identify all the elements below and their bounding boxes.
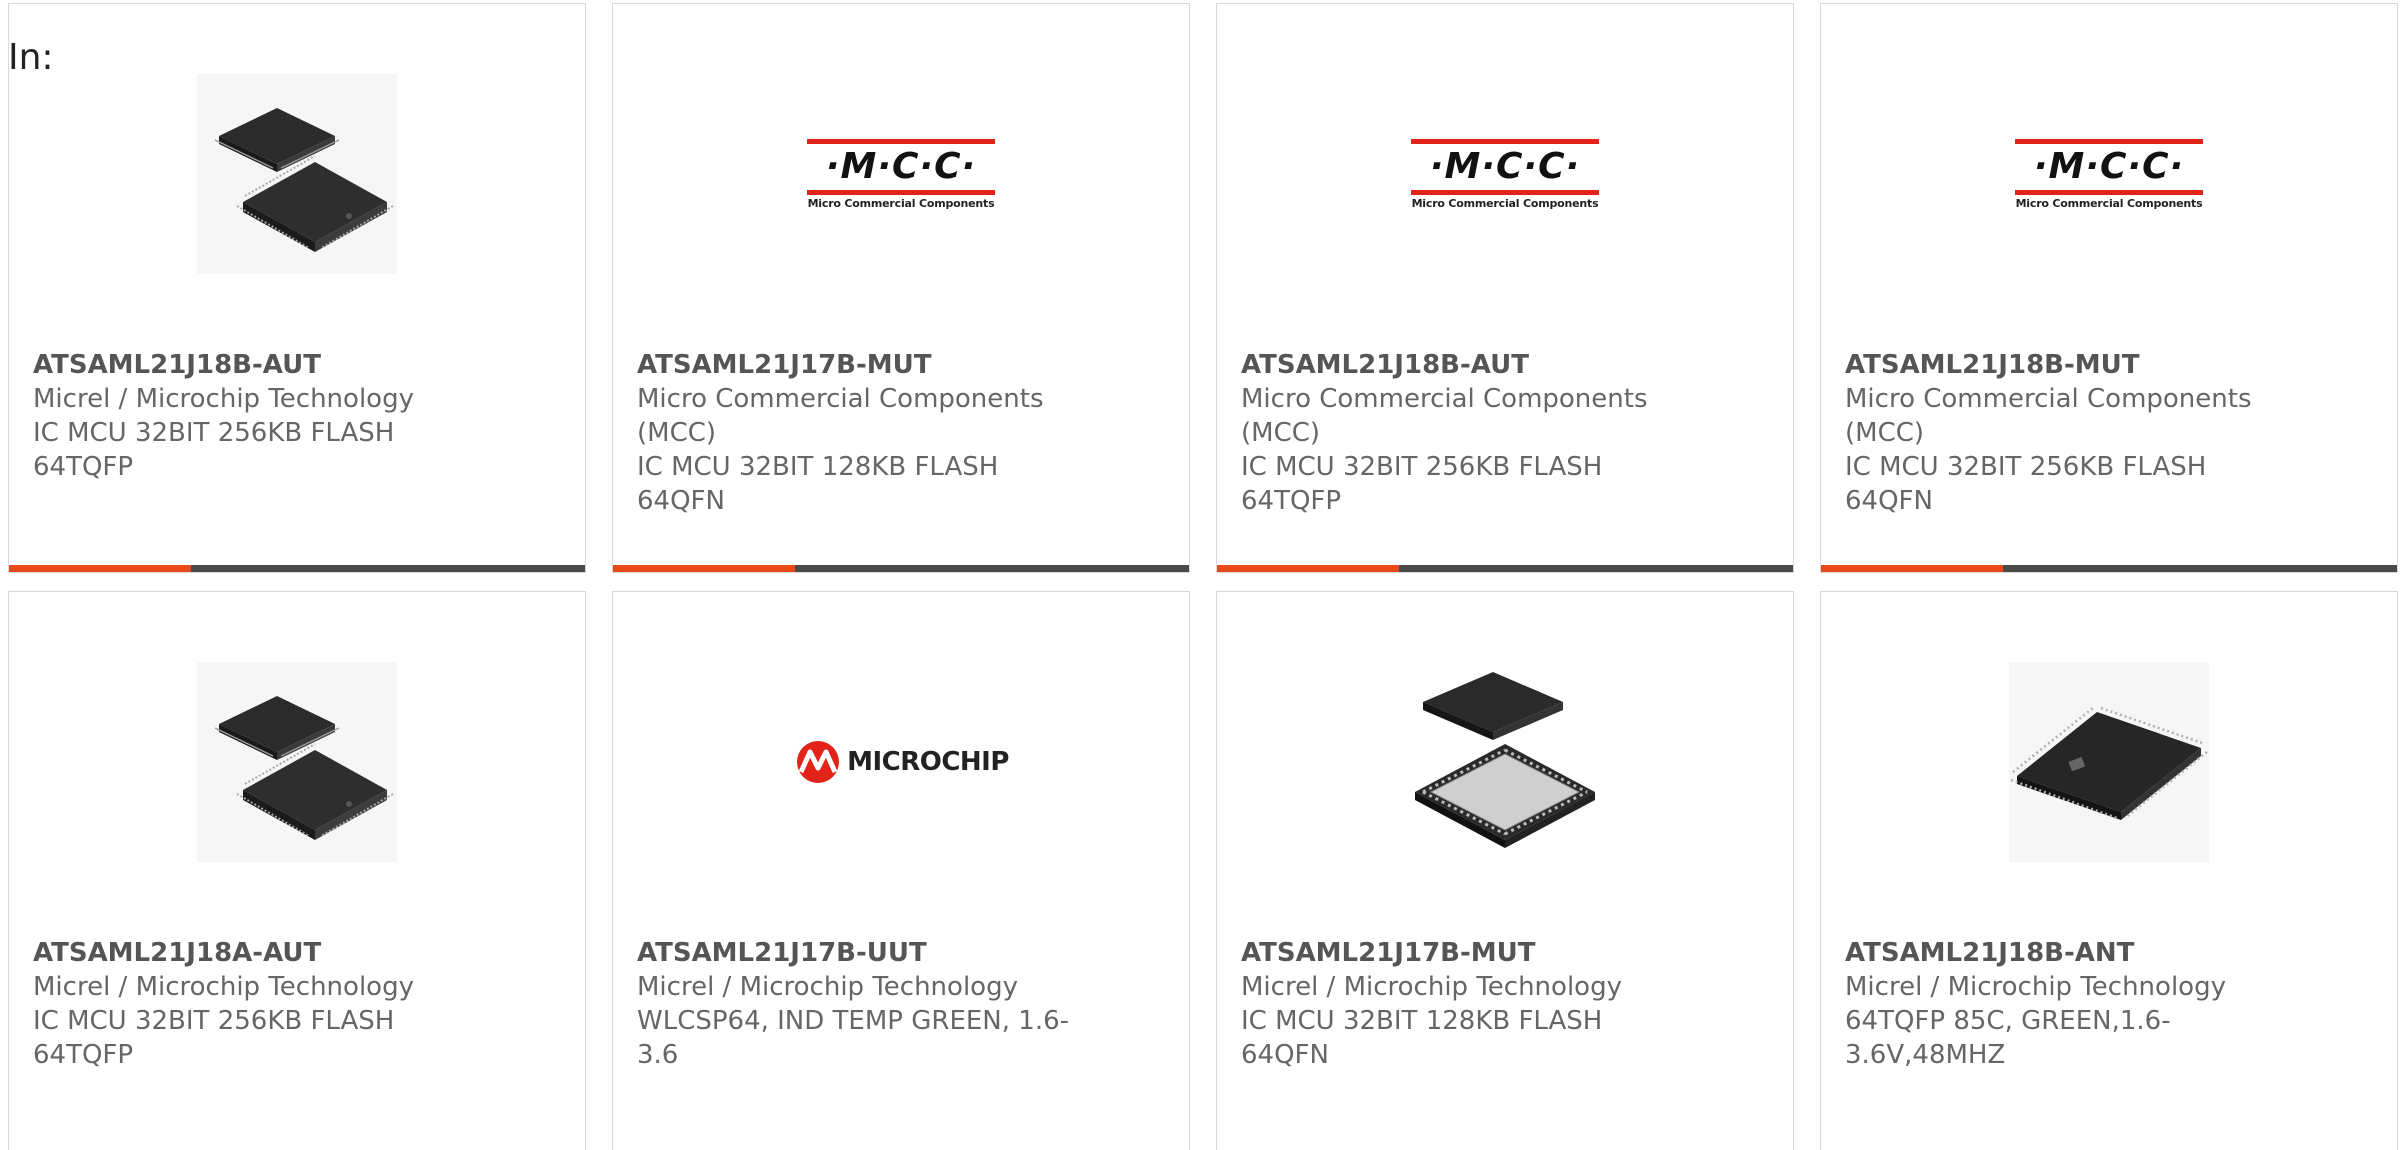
microchip-emblem-icon [797,741,840,783]
part-number-link[interactable]: ATSAML21J18B-MUT [1845,348,2377,382]
product-image[interactable]: ·M·C·C· Micro Commercial Components [1403,72,1607,276]
product-info: ATSAML21J17B-MUT Micrel / Microchip Tech… [1241,936,1773,1072]
product-results-page: ATSAML21J18B-AUT Micrel / Microchip Tech… [0,0,2400,1150]
mcc-logo-icon: ·M·C·C· Micro Commercial Components [801,138,1001,210]
part-number-link[interactable]: ATSAML21J18B-AUT [1241,348,1773,382]
manufacturer-name: Micro Commercial Components (MCC) [1845,384,2252,448]
card-accent-highlight [1821,565,2003,572]
product-description: IC MCU 32BIT 256KB FLASH 64TQFP [33,1006,395,1070]
product-grid: ATSAML21J18B-AUT Micrel / Microchip Tech… [8,3,2400,1150]
product-image[interactable] [195,660,399,864]
product-image[interactable]: ·M·C·C· Micro Commercial Components [2007,72,2211,276]
product-info: ATSAML21J18A-AUT Micrel / Microchip Tech… [33,936,565,1072]
qfn-chip-pair-icon [1415,672,1595,848]
product-card[interactable]: ·M·C·C· Micro Commercial Components ATSA… [612,3,1190,573]
manufacturer-name: Micrel / Microchip Technology [33,972,414,1002]
tqfp-chip-icon [2009,662,2209,862]
product-image[interactable]: MICROCHIP [797,660,1009,864]
manufacturer-name: Micro Commercial Components (MCC) [1241,384,1648,448]
product-image[interactable] [195,72,399,276]
tqfp-chip-pair-icon [197,74,397,274]
product-info: ATSAML21J18B-MUT Micro Commercial Compon… [1845,348,2377,518]
in-label: In: [8,37,54,78]
product-description: 64TQFP 85C, GREEN,1.6- 3.6V,48MHZ [1845,1006,2171,1070]
product-description: IC MCU 32BIT 256KB FLASH 64TQFP [1241,452,1603,516]
manufacturer-name: Micrel / Microchip Technology [1241,972,1622,1002]
product-description: IC MCU 32BIT 128KB FLASH 64QFN [637,452,999,516]
part-number-link[interactable]: ATSAML21J18B-AUT [33,348,565,382]
card-accent-highlight [1217,565,1399,572]
card-accent-highlight [613,565,795,572]
mcc-logo-icon: ·M·C·C· Micro Commercial Components [2009,138,2209,210]
part-number-link[interactable]: ATSAML21J17B-UUT [637,936,1169,970]
product-card[interactable]: ATSAML21J18B-ANT Micrel / Microchip Tech… [1820,591,2398,1150]
product-card[interactable]: ATSAML21J18B-AUT Micrel / Microchip Tech… [8,3,586,573]
product-card[interactable]: ·M·C·C· Micro Commercial Components ATSA… [1216,3,1794,573]
product-description: IC MCU 32BIT 128KB FLASH 64QFN [1241,1006,1603,1070]
manufacturer-name: Micrel / Microchip Technology [33,384,414,414]
product-card[interactable]: ·M·C·C· Micro Commercial Components ATSA… [1820,3,2398,573]
product-info: ATSAML21J17B-MUT Micro Commercial Compon… [637,348,1169,518]
product-image[interactable] [2007,660,2211,864]
card-accent-bar [613,565,1189,572]
product-card[interactable]: ATSAML21J17B-MUT Micrel / Microchip Tech… [1216,591,1794,1150]
product-card[interactable]: MICROCHIP ATSAML21J17B-UUT Micrel / Micr… [612,591,1190,1150]
product-image[interactable] [1403,660,1607,864]
part-number-link[interactable]: ATSAML21J18B-ANT [1845,936,2377,970]
product-description: IC MCU 32BIT 256KB FLASH 64TQFP [33,418,395,482]
card-accent-bar [1217,565,1793,572]
product-info: ATSAML21J18B-ANT Micrel / Microchip Tech… [1845,936,2377,1072]
part-number-link[interactable]: ATSAML21J17B-MUT [637,348,1169,382]
card-accent-bar [9,565,585,572]
part-number-link[interactable]: ATSAML21J17B-MUT [1241,936,1773,970]
product-info: ATSAML21J17B-UUT Micrel / Microchip Tech… [637,936,1169,1072]
mcc-logo-icon: ·M·C·C· Micro Commercial Components [1405,138,1605,210]
card-accent-bar [1821,565,2397,572]
manufacturer-name: Micrel / Microchip Technology [1845,972,2226,1002]
product-card[interactable]: ATSAML21J18A-AUT Micrel / Microchip Tech… [8,591,586,1150]
product-image[interactable]: ·M·C·C· Micro Commercial Components [799,72,1003,276]
manufacturer-name: Micrel / Microchip Technology [637,972,1018,1002]
microchip-logo-icon: MICROCHIP [793,740,1009,784]
tqfp-chip-pair-icon [197,662,397,862]
card-accent-highlight [9,565,191,572]
manufacturer-name: Micro Commercial Components (MCC) [637,384,1044,448]
product-info: ATSAML21J18B-AUT Micro Commercial Compon… [1241,348,1773,518]
product-description: IC MCU 32BIT 256KB FLASH 64QFN [1845,452,2207,516]
part-number-link[interactable]: ATSAML21J18A-AUT [33,936,565,970]
product-info: ATSAML21J18B-AUT Micrel / Microchip Tech… [33,348,565,484]
product-description: WLCSP64, IND TEMP GREEN, 1.6- 3.6 [637,1006,1070,1070]
